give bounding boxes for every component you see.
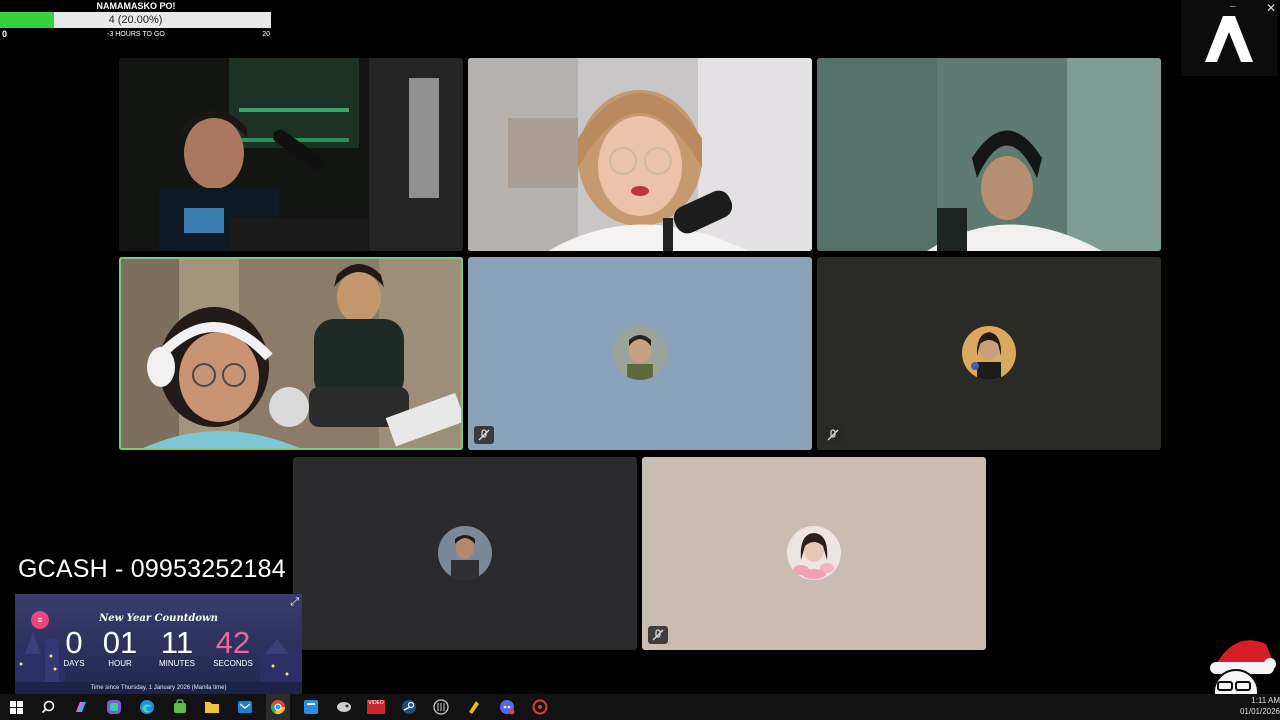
countdown-footer: Time since Thursday, 1 January 2026 (Man… xyxy=(90,685,227,691)
edge-alt-icon[interactable] xyxy=(103,697,125,717)
participant-1-video-frame xyxy=(119,58,463,251)
edge-icon[interactable] xyxy=(136,697,158,717)
new-year-countdown-widget: ≡ ⤢ New Year Countdown 0 DAYS 01 HOUR 11… xyxy=(15,594,302,694)
app-bird-icon[interactable] xyxy=(333,697,355,717)
chrome-icon[interactable] xyxy=(267,697,289,717)
participant-8-avatar xyxy=(787,526,841,580)
copilot-icon[interactable] xyxy=(70,697,92,717)
goal-max-label: 20 xyxy=(262,31,270,38)
brand-logo-panel xyxy=(1181,0,1277,76)
a-brand-logo-icon xyxy=(1205,16,1253,62)
countdown-days: 0 DAYS xyxy=(59,625,89,669)
participant-8-tile[interactable] xyxy=(642,457,986,650)
muted-mic-icon xyxy=(823,426,843,444)
goal-progress-text: 4 (20.00%) xyxy=(108,14,163,26)
participant-4-video[interactable] xyxy=(119,257,463,450)
goal-title: NAMAMASKO PO! xyxy=(96,1,176,11)
file-explorer-icon[interactable] xyxy=(201,697,223,717)
participant-7-avatar xyxy=(438,526,492,580)
participant-4-video-frame xyxy=(119,257,463,450)
close-icon[interactable]: ✕ xyxy=(1266,1,1276,15)
countdown-minutes-value: 11 xyxy=(160,625,194,660)
participant-3-video[interactable] xyxy=(817,58,1161,251)
muted-mic-icon xyxy=(648,626,668,644)
store-icon[interactable] xyxy=(169,697,191,717)
participant-5-avatar xyxy=(613,326,667,380)
windows-taskbar: VIDEO 1:11 AM 01/01/2026 xyxy=(0,694,1280,720)
countdown-title: New Year Countdown xyxy=(99,613,218,624)
clock-date: 01/01/2026 xyxy=(1239,707,1280,716)
video-editor-label: VIDEO xyxy=(367,700,385,714)
search-icon[interactable] xyxy=(37,697,59,717)
outlook-icon[interactable] xyxy=(234,697,256,717)
countdown-days-value: 0 xyxy=(65,625,83,660)
participant-2-video-frame xyxy=(468,58,812,251)
participant-6-tile[interactable] xyxy=(817,257,1161,450)
discord-icon[interactable] xyxy=(496,697,518,717)
goal-progress-track: 4 (20.00%) xyxy=(0,12,271,28)
goal-time-remaining: -3 HOURS TO GO xyxy=(107,31,165,38)
app-red-icon[interactable] xyxy=(529,697,551,717)
gcash-donation-text: GCASH - 09953252184 xyxy=(18,555,286,583)
minimize-icon[interactable]: – xyxy=(1230,1,1236,12)
participant-1-video[interactable] xyxy=(119,58,463,251)
expand-icon[interactable]: ⤢ xyxy=(290,596,299,609)
donation-goal-bar: NAMAMASKO PO! 4 (20.00%) 0 -3 HOURS TO G… xyxy=(0,0,272,40)
clock-time: 1:11 AM xyxy=(1251,696,1280,705)
participant-3-video-frame xyxy=(817,58,1161,251)
participant-5-tile[interactable] xyxy=(468,257,812,450)
muted-mic-icon xyxy=(474,426,494,444)
countdown-hours: 01 HOUR xyxy=(99,625,141,669)
countdown-minutes: 11 MINUTES xyxy=(155,625,199,669)
participant-2-video[interactable] xyxy=(468,58,812,251)
app-yellow-icon[interactable] xyxy=(463,697,485,717)
countdown-days-label: DAYS xyxy=(63,659,85,668)
countdown-hours-label: HOUR xyxy=(108,659,132,668)
steam-icon[interactable] xyxy=(398,697,420,717)
countdown-seconds-value: 42 xyxy=(215,625,251,660)
participant-7-tile[interactable] xyxy=(293,457,637,650)
video-editor-icon[interactable]: VIDEO xyxy=(365,697,387,717)
countdown-seconds-label: SECONDS xyxy=(213,659,253,668)
countdown-hours-value: 01 xyxy=(102,625,138,660)
app-grid-icon[interactable] xyxy=(430,697,452,717)
app-blue-icon[interactable] xyxy=(300,697,322,717)
windows-start-icon[interactable] xyxy=(5,697,27,717)
countdown-minutes-label: MINUTES xyxy=(159,659,195,668)
countdown-seconds: 42 SECONDS xyxy=(211,625,255,669)
taskbar-clock[interactable]: 1:11 AM 01/01/2026 xyxy=(1232,695,1280,717)
stream-screen: NAMAMASKO PO! 4 (20.00%) 0 -3 HOURS TO G… xyxy=(0,0,1280,720)
participant-6-avatar xyxy=(962,326,1016,380)
